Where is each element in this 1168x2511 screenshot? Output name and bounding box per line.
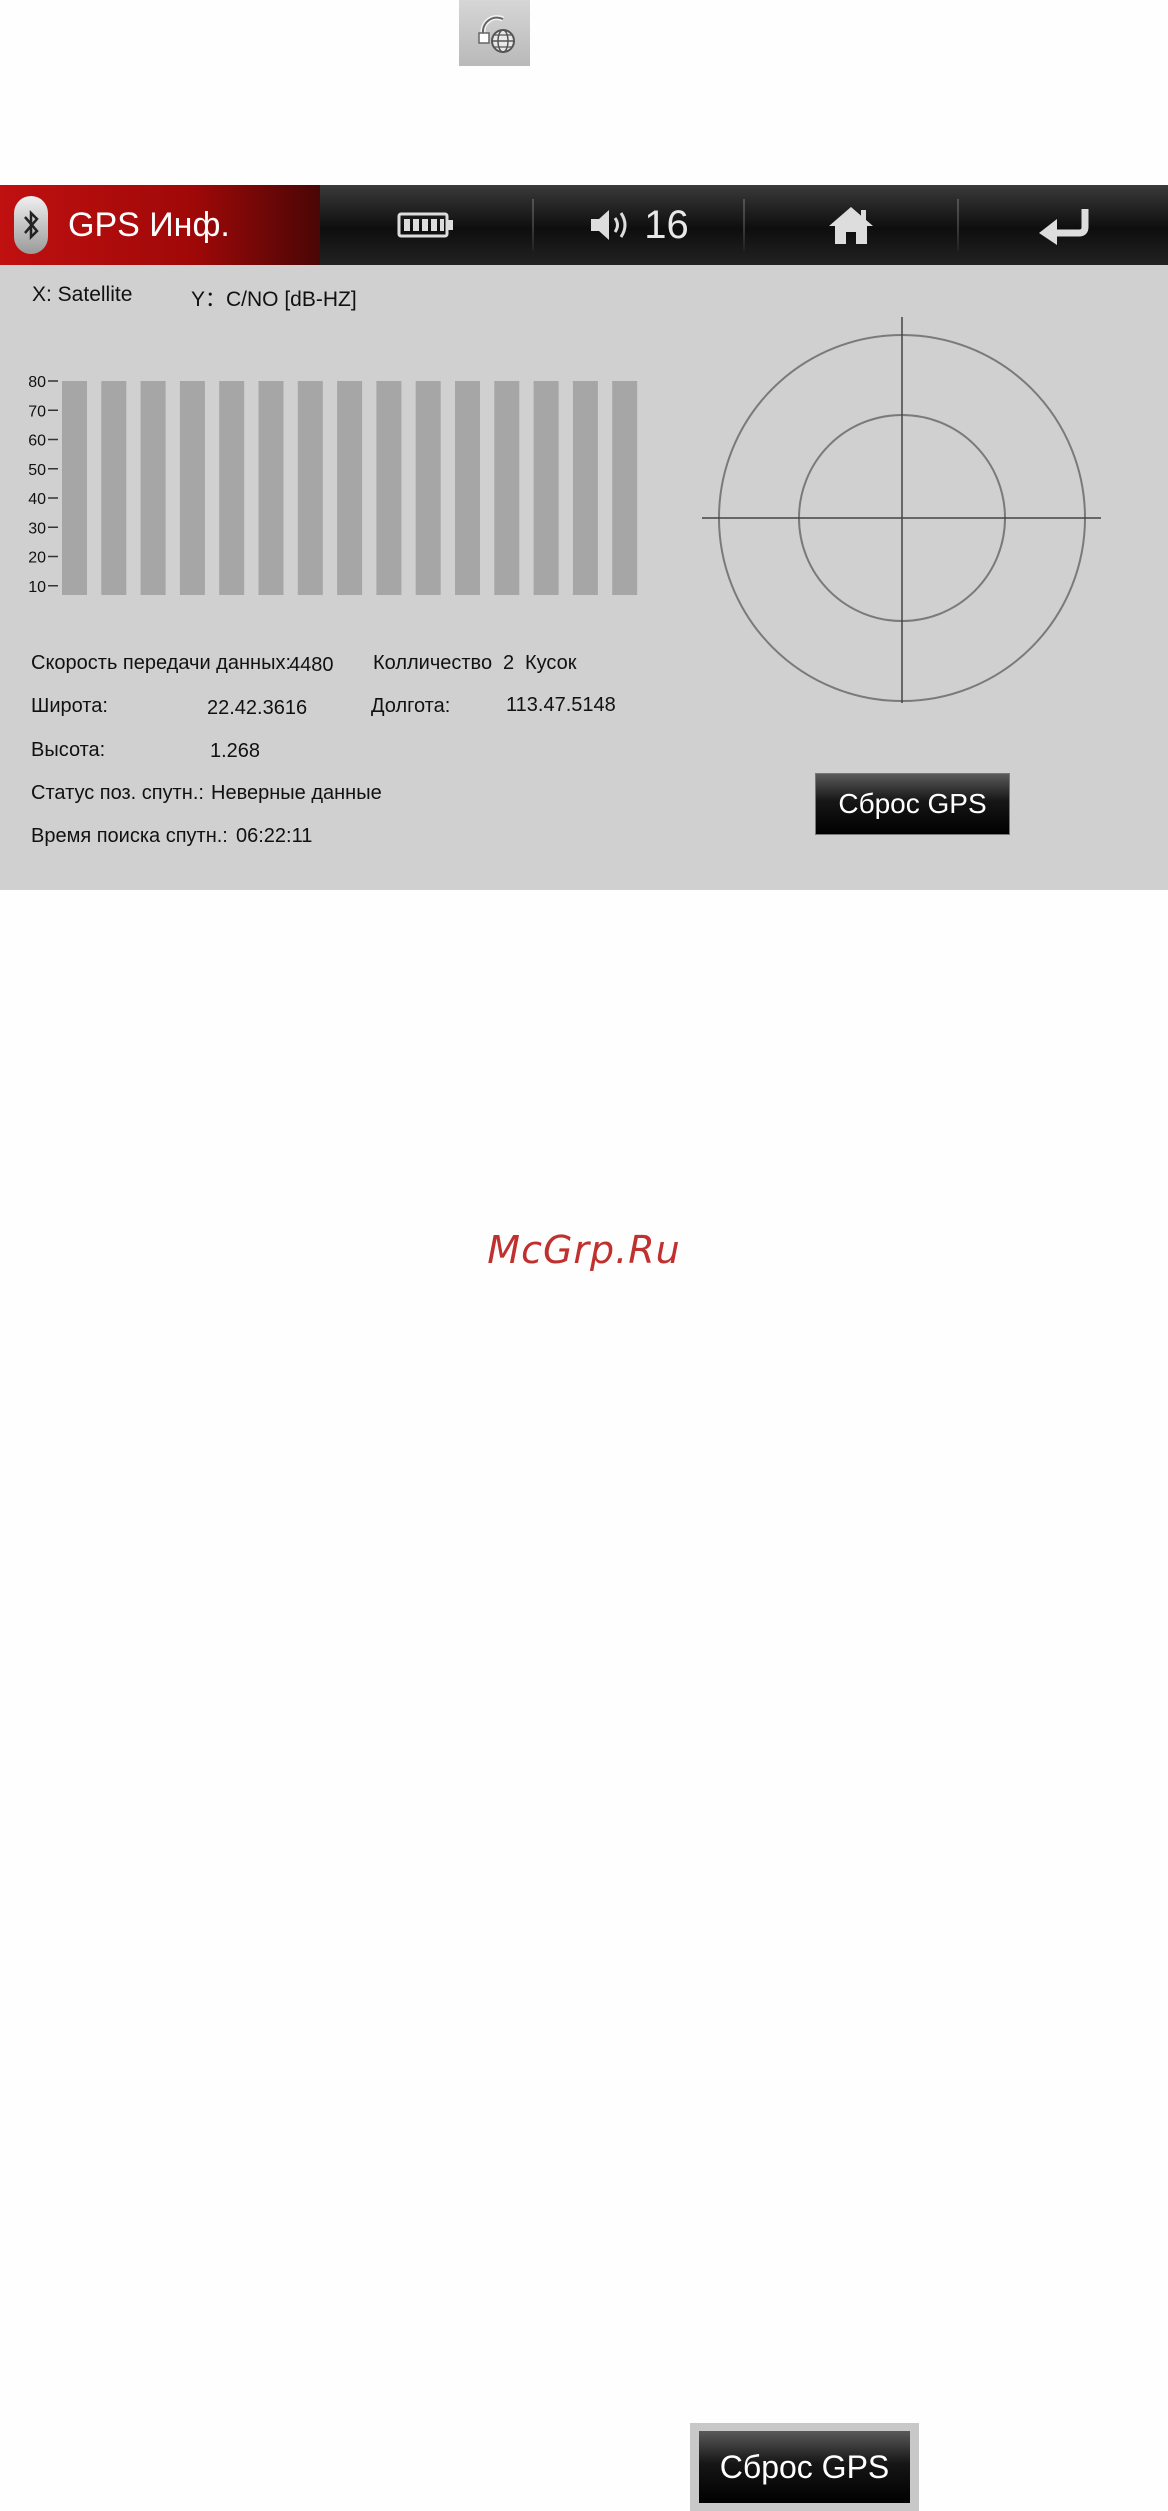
signal-bar — [337, 381, 363, 595]
reset-gps-button[interactable]: Сброс GPS — [815, 773, 1010, 835]
y-tick-label: 80 — [28, 374, 46, 391]
signal-bar — [494, 381, 520, 595]
signal-bar — [572, 381, 598, 595]
signal-bar — [179, 381, 205, 595]
back-arrow-icon — [1038, 209, 1088, 245]
signal-bar — [376, 381, 402, 595]
search-time-label: Время поиска спутн.: — [31, 825, 228, 847]
volume-control[interactable]: 16 — [534, 185, 743, 265]
altitude-value: 1.268 — [210, 740, 261, 762]
signal-bar — [62, 381, 87, 595]
reset-gps-button-large[interactable]: Сброс GPS — [699, 2431, 910, 2503]
y-tick-label: 10 — [28, 579, 46, 595]
title-block: GPS Инф. — [0, 185, 320, 265]
longitude-label: Долгота: — [371, 695, 451, 717]
signal-bar — [101, 381, 127, 595]
longitude-value: 113.47.5148 — [506, 694, 616, 716]
signal-bar — [612, 381, 638, 595]
signal-bar — [258, 381, 284, 595]
volume-value: 16 — [644, 202, 689, 247]
speed-value: 4480 — [289, 654, 334, 676]
count-unit: Кусок — [525, 652, 577, 674]
signal-bar — [455, 381, 480, 595]
signal-bar — [297, 381, 323, 595]
y-tick-label: 40 — [28, 491, 46, 508]
satellite-sky-plot — [702, 317, 1101, 703]
speaker-icon — [591, 210, 627, 240]
y-tick-label: 60 — [28, 433, 46, 450]
status-bar: GPS Инф. 16 — [0, 185, 1168, 265]
status-value: Неверные данные — [211, 782, 382, 804]
latitude-label: Широта: — [31, 695, 108, 717]
count-value: 2 — [503, 652, 515, 674]
y-tick-label: 50 — [28, 462, 46, 479]
signal-bar — [533, 381, 559, 595]
altitude-label: Высота: — [31, 739, 106, 761]
watermark: McGrp.Ru — [487, 1228, 681, 1272]
signal-bar — [140, 381, 166, 595]
y-axis-label: Y：C/NO [dB-HZ] — [191, 288, 357, 311]
bluetooth-icon[interactable] — [14, 196, 48, 254]
back-button[interactable] — [959, 185, 1168, 265]
page-title: GPS Инф. — [68, 205, 230, 244]
gps-globe-icon — [459, 0, 530, 66]
y-tick-label: 70 — [28, 403, 46, 420]
status-label: Статус поз. спутн.: — [31, 782, 204, 804]
bottom-button-frame: Сброс GPS — [690, 2423, 919, 2511]
signal-bar — [415, 381, 441, 595]
x-axis-label: X: Satellite — [32, 283, 133, 306]
y-tick-label: 30 — [28, 520, 46, 537]
y-tick-label: 20 — [28, 550, 46, 567]
search-time-value: 06:22:11 — [236, 825, 313, 847]
signal-bar-chart: 80706050403020100 — [28, 374, 638, 595]
home-button[interactable] — [745, 185, 957, 265]
count-label: Колличество — [373, 652, 493, 674]
speed-label: Скорость передачи данных: — [31, 652, 291, 674]
home-icon — [829, 207, 873, 244]
signal-bar — [219, 381, 245, 595]
gps-info-screen: GPS Инф. 16 X: Satellite Y：C/NO [dB-HZ] … — [0, 185, 1168, 890]
latitude-value: 22.42.3616 — [207, 697, 308, 719]
battery-icon — [320, 185, 532, 265]
